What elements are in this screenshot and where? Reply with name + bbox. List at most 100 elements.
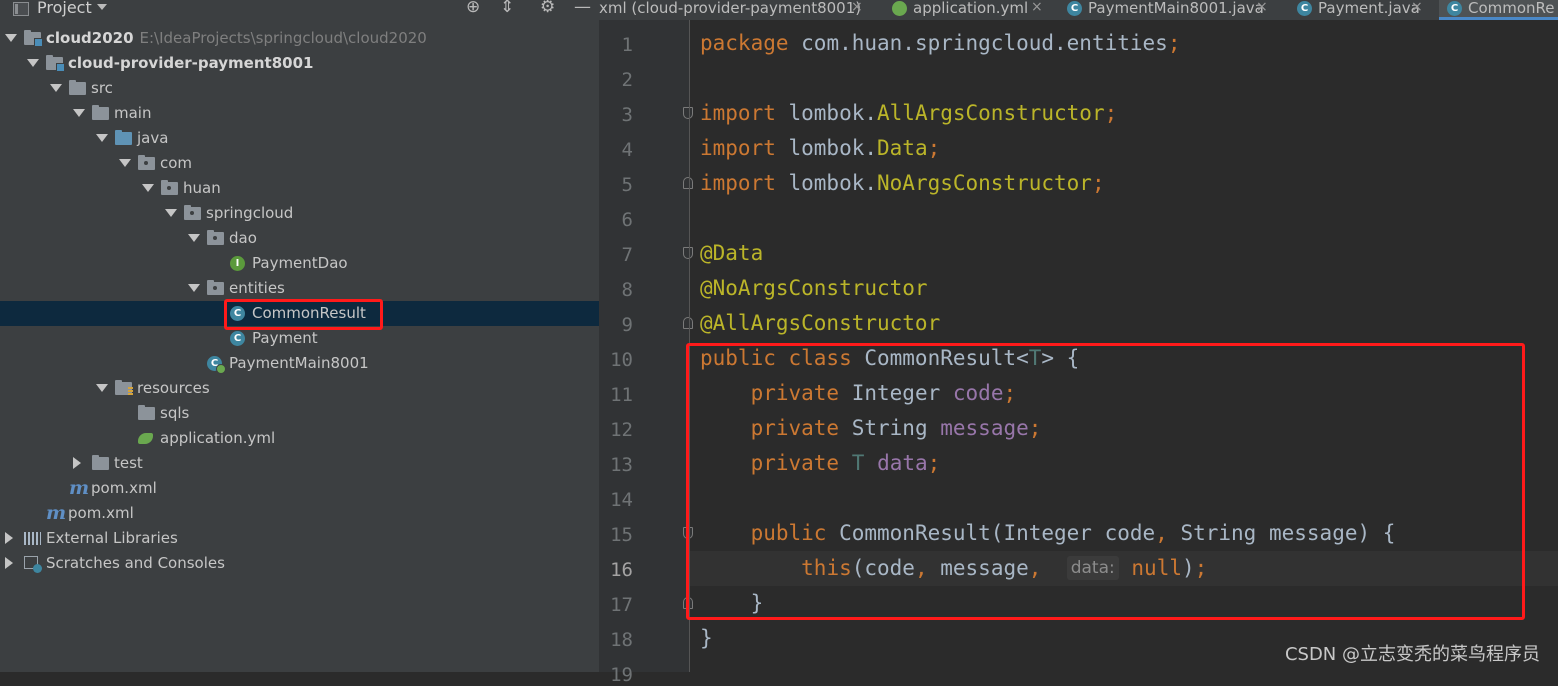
code-token: Integer	[839, 381, 953, 405]
tree-item[interactable]: com	[0, 151, 599, 176]
fold-marker-icon[interactable]	[683, 597, 693, 609]
package-icon	[207, 230, 224, 245]
tree-item[interactable]: cloud2020 E:\IdeaProjects\springcloud\clo…	[0, 26, 599, 51]
editor-tab[interactable]: C PaymentMain8001.java ×	[1059, 0, 1274, 20]
chevron-right-icon[interactable]	[5, 557, 13, 569]
editor-gutter: 1 2 3 4 5 6 7 8 9 10 11 12 13 14 15 16 17 18 19	[599, 20, 693, 686]
line-number: 1	[621, 34, 633, 56]
tree-item[interactable]: huan	[0, 176, 599, 201]
chevron-down-icon[interactable]	[188, 234, 200, 242]
project-title[interactable]: Project	[37, 0, 92, 17]
chevron-down-icon[interactable]	[27, 59, 39, 67]
tree-item[interactable]: resources	[0, 376, 599, 401]
spring-class-icon: C	[207, 356, 226, 374]
tree-item-text: sqls	[160, 404, 190, 422]
close-icon[interactable]: ×	[1256, 0, 1268, 15]
java-class-icon: C	[1297, 1, 1312, 16]
tree-item-text: resources	[137, 379, 210, 397]
tree-item[interactable]: src	[0, 76, 599, 101]
fold-marker-icon[interactable]	[683, 107, 693, 119]
tree-item-text: CommonResult	[252, 304, 366, 322]
chevron-down-icon[interactable]	[96, 134, 108, 142]
tree-item[interactable]: springcloud	[0, 201, 599, 226]
close-icon[interactable]: ×	[1411, 0, 1423, 15]
tree-item-label: src	[91, 76, 113, 101]
editor-tab[interactable]: xml (cloud-provider-payment8001) ×	[599, 0, 869, 20]
tree-item[interactable]: m pom.xml	[0, 501, 599, 526]
fold-marker-icon[interactable]	[683, 177, 693, 189]
tree-item[interactable]: m pom.xml	[0, 476, 599, 501]
module-folder-icon	[46, 55, 65, 72]
line-number: 18	[610, 629, 633, 651]
code-token: ;	[1104, 101, 1118, 125]
tree-item[interactable]: sqls	[0, 401, 599, 426]
code-token: ;	[1194, 556, 1208, 580]
code-line: import lombok.AllArgsConstructor;	[700, 96, 1117, 131]
close-icon[interactable]: ×	[851, 0, 863, 15]
code-token: public class	[700, 346, 852, 370]
code-token: ;	[927, 451, 941, 475]
chevron-right-icon[interactable]	[5, 532, 13, 544]
chevron-down-icon[interactable]	[119, 159, 131, 167]
chevron-down-icon[interactable]	[188, 284, 200, 292]
package-icon	[207, 280, 224, 295]
collapse-all-icon[interactable]: ⇕	[500, 0, 514, 17]
editor-tab[interactable]: application.yml ×	[884, 0, 1049, 20]
editor-tab-label: application.yml	[913, 0, 1029, 17]
code-token: ,	[1028, 556, 1042, 580]
chevron-right-icon[interactable]	[73, 457, 81, 469]
tree-item[interactable]: java	[0, 126, 599, 151]
tree-item[interactable]: dao	[0, 226, 599, 251]
fold-marker-icon[interactable]	[683, 317, 693, 329]
code-token: package	[700, 31, 789, 55]
chevron-down-icon[interactable]	[73, 109, 85, 117]
editor-tab[interactable]: C CommonRe	[1439, 0, 1558, 20]
fold-marker-icon[interactable]	[683, 527, 693, 539]
fold-marker-icon[interactable]	[683, 247, 693, 259]
code-line: import lombok.NoArgsConstructor;	[700, 166, 1105, 201]
project-icon	[13, 2, 29, 16]
tree-item[interactable]: C CommonResult	[0, 301, 599, 326]
gear-icon[interactable]: ⚙	[540, 0, 555, 17]
code-token: import	[700, 136, 776, 160]
tree-item-text: Payment	[252, 329, 318, 347]
folder-icon	[138, 405, 155, 420]
tree-item[interactable]: application.yml	[0, 426, 599, 451]
package-icon	[138, 155, 155, 170]
tree-item-label: dao	[229, 226, 257, 251]
tree-item-label: pom.xml	[91, 476, 157, 501]
close-icon[interactable]: ×	[1031, 0, 1043, 15]
code-token: public	[750, 521, 827, 545]
code-token: Data	[877, 136, 928, 160]
code-token: message	[940, 416, 1029, 440]
tree-item[interactable]: I PaymentDao	[0, 251, 599, 276]
tree-item[interactable]: Scratches and Consoles	[0, 551, 599, 576]
locate-icon[interactable]: ⊕	[466, 0, 480, 17]
tree-item[interactable]: C PaymentMain8001	[0, 351, 599, 376]
chevron-down-icon[interactable]	[165, 209, 177, 217]
chevron-down-icon[interactable]	[97, 4, 107, 10]
editor-tab[interactable]: C Payment.java ×	[1289, 0, 1429, 20]
tree-item-text: springcloud	[206, 204, 294, 222]
chevron-down-icon[interactable]	[96, 384, 108, 392]
tree-item[interactable]: C Payment	[0, 326, 599, 351]
tree-item[interactable]: main	[0, 101, 599, 126]
tree-item-text: PaymentDao	[252, 254, 348, 272]
code-token: @AllArgsConstructor	[700, 311, 941, 335]
java-class-icon: C	[1067, 1, 1082, 16]
chevron-down-icon[interactable]	[142, 184, 154, 192]
chevron-down-icon[interactable]	[50, 84, 62, 92]
tree-item[interactable]: cloud-provider-payment8001	[0, 51, 599, 76]
minimize-icon[interactable]: —	[574, 0, 591, 17]
line-number: 7	[621, 244, 633, 266]
chevron-down-icon[interactable]	[5, 34, 17, 42]
tree-item[interactable]: test	[0, 451, 599, 476]
tree-item[interactable]: External Libraries	[0, 526, 599, 551]
code-token: this	[801, 556, 852, 580]
tree-item[interactable]: entities	[0, 276, 599, 301]
code-line: this(code, message, data: null);	[700, 551, 1207, 586]
